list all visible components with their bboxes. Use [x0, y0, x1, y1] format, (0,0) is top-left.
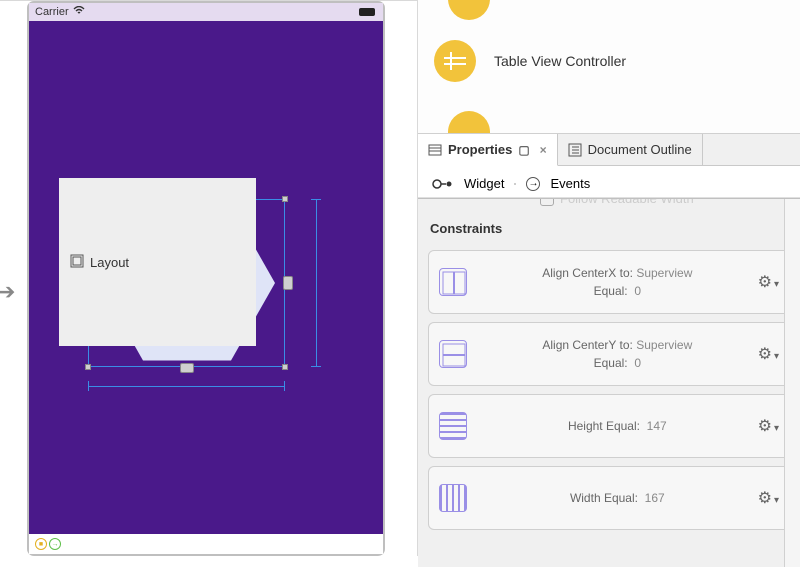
chevron-down-icon: ▾: [774, 423, 779, 434]
events-mode-icon: →: [526, 177, 540, 191]
tab-properties[interactable]: Properties ▢ ×: [418, 134, 558, 166]
widget-mode-icon: [432, 177, 454, 191]
constraint-menu-button[interactable]: ⚙▾: [758, 344, 779, 364]
constraint-relation: Equal:: [594, 284, 628, 298]
tab-label: Document Outline: [588, 142, 692, 157]
constraint-label: Width Equal:: [570, 491, 638, 505]
table-view-controller-icon: [434, 40, 476, 82]
width-constraint-icon: [439, 484, 467, 512]
constraint-value: 0: [634, 356, 641, 370]
library-item-table-view-controller[interactable]: Table View Controller: [418, 30, 800, 92]
library-item-label: Table View Controller: [494, 53, 626, 69]
constraint-label: Align CenterX to:: [542, 266, 633, 280]
constraint-width[interactable]: Width Equal: 167 ⚙▾: [428, 466, 790, 530]
height-dimension-guide: [311, 199, 321, 367]
properties-tab-icon: [428, 143, 442, 157]
properties-body[interactable]: Follow Readable Width Constraints Align …: [418, 198, 800, 567]
layout-segment: Layout: [514, 183, 516, 185]
resize-handle-e[interactable]: [283, 276, 293, 290]
layout-mode-label: Layout: [90, 255, 129, 270]
inspector-area: Table View Controller Properties ▢ × Doc…: [418, 0, 800, 567]
height-constraint-icon: [439, 412, 467, 440]
resize-handle-s[interactable]: [180, 363, 194, 373]
battery-icon: [359, 8, 375, 16]
close-tab-icon[interactable]: ×: [540, 143, 547, 157]
nav-controller-icon[interactable]: [448, 0, 490, 20]
constraint-menu-button[interactable]: ⚙▾: [758, 488, 779, 508]
resize-handle-ne[interactable]: [282, 196, 288, 202]
width-dimension-guide: [88, 381, 285, 391]
chevron-down-icon: ▾: [774, 279, 779, 290]
status-bar: Carrier: [29, 3, 383, 21]
constraint-value: 147: [647, 419, 667, 433]
object-library[interactable]: Table View Controller: [418, 0, 800, 134]
canvas-scroll-arrow-icon[interactable]: ➔: [0, 279, 15, 305]
exit-icon[interactable]: →: [49, 538, 61, 550]
resize-handle-se[interactable]: [282, 364, 288, 370]
first-responder-icon[interactable]: ■: [35, 538, 47, 550]
panel-tabstrip: Properties ▢ × Document Outline: [418, 134, 800, 166]
wifi-icon: [73, 6, 85, 19]
chevron-down-icon: ▾: [774, 495, 779, 506]
events-mode-label[interactable]: Events: [550, 176, 590, 191]
view-controller-icon[interactable]: [448, 111, 490, 134]
chevron-down-icon: ▾: [774, 351, 779, 362]
scene-dock[interactable]: ■ →: [29, 534, 383, 554]
constraint-height[interactable]: Height Equal: 147 ⚙▾: [428, 394, 790, 458]
constraint-centerx[interactable]: Align CenterX to: Superview Equal: 0 ⚙▾: [428, 250, 790, 314]
carrier-label: Carrier: [35, 6, 69, 18]
centerx-constraint-icon: [439, 268, 467, 296]
constraint-relation: Equal:: [594, 356, 628, 370]
constraint-menu-button[interactable]: ⚙▾: [758, 272, 779, 292]
layout-mode-icon: [70, 254, 84, 271]
constraint-value: 167: [645, 491, 665, 505]
constraint-target: Superview: [636, 338, 692, 352]
constraint-menu-button[interactable]: ⚙▾: [758, 416, 779, 436]
constraint-target: Superview: [636, 266, 692, 280]
tab-label: Properties: [448, 142, 512, 157]
inspector-mode-row: Widget Layout → Events: [418, 166, 800, 198]
centery-constraint-icon: [439, 340, 467, 368]
scrollbar[interactable]: [784, 199, 800, 567]
layout-mode-button[interactable]: Layout: [59, 178, 256, 346]
constraint-value: 0: [634, 284, 641, 298]
constraint-label: Align CenterY to:: [542, 338, 633, 352]
resize-handle-sw[interactable]: [85, 364, 91, 370]
document-outline-tab-icon: [568, 143, 582, 157]
constraint-label: Height Equal:: [568, 419, 640, 433]
widget-mode-label[interactable]: Widget: [464, 176, 504, 191]
follow-readable-width-label: Follow Readable Width: [560, 198, 694, 206]
follow-readable-width-checkbox[interactable]: Follow Readable Width: [540, 198, 694, 206]
constraint-centery[interactable]: Align CenterY to: Superview Equal: 0 ⚙▾: [428, 322, 790, 386]
popout-icon[interactable]: ▢: [518, 143, 529, 157]
tab-document-outline[interactable]: Document Outline: [558, 134, 703, 165]
